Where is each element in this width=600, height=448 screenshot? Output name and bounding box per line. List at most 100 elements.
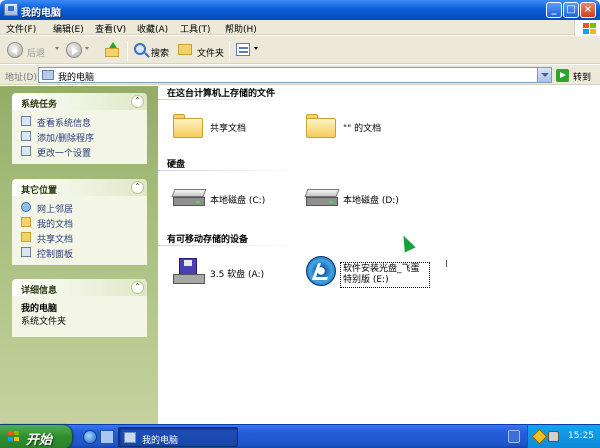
other-places-title: 其它位置 (21, 186, 58, 196)
minimize-button[interactable]: _ (546, 2, 562, 18)
hard-disk-icon[interactable] (304, 189, 340, 207)
views-dropdown-icon[interactable] (254, 47, 258, 50)
menu-file[interactable]: 文件(F) (6, 22, 36, 35)
window-title: 我的电脑 (21, 8, 61, 19)
computer-icon (4, 3, 18, 16)
cd-drive-icon[interactable] (306, 256, 336, 286)
system-tasks-header[interactable]: 系统任务 ⌃ (12, 93, 147, 110)
folder-icon (21, 217, 31, 227)
menu-help[interactable]: 帮助(H) (225, 22, 257, 35)
computer-icon (42, 70, 54, 80)
menu-bar: 文件(F) 编辑(E) 查看(V) 收藏(A) 工具(T) 帮助(H) (0, 20, 600, 35)
toolbar: 后退 搜索 文件夹 (0, 36, 600, 64)
taskbar-window-button[interactable]: 我的电脑 (118, 427, 238, 447)
system-info-icon (21, 116, 31, 126)
system-tasks-title: 系统任务 (21, 100, 58, 110)
item-cd-e[interactable]: 软件安装光盘_飞蛋特别版 (E:) (340, 262, 430, 288)
toolbar-separator (229, 41, 230, 61)
forward-dropdown-icon[interactable] (85, 47, 89, 50)
section-files: 在这台计算机上存储的文件 (167, 89, 276, 99)
other-places-group: 其它位置 ⌃ 网上邻居 我的文档 共享文档 控制面板 (12, 179, 147, 265)
windows-logo-icon (8, 431, 20, 442)
views-icon[interactable] (236, 43, 250, 56)
details-group: 详细信息 ⌃ 我的电脑 系统文件夹 (12, 279, 147, 337)
maximize-button[interactable]: □ (563, 2, 579, 18)
tray-volume-icon[interactable] (548, 431, 559, 442)
floppy-drive-icon[interactable] (173, 258, 205, 286)
back-button-label[interactable]: 后退 (27, 46, 45, 59)
folder-icon[interactable] (173, 114, 203, 138)
item-floppy-a[interactable]: 3.5 软盘 (A:) (210, 267, 264, 280)
internet-explorer-icon[interactable] (83, 430, 97, 444)
toolbar-separator (127, 41, 128, 61)
place-shared-documents[interactable]: 共享文档 (12, 230, 147, 245)
task-add-remove-programs[interactable]: 添加/删除程序 (12, 129, 147, 144)
item-user-documents[interactable]: "" 的文档 (343, 121, 381, 134)
section-hard-disks: 硬盘 (167, 160, 186, 170)
section-divider (158, 99, 298, 100)
folder-up-icon[interactable] (105, 42, 121, 58)
go-arrow-icon[interactable] (556, 69, 569, 82)
network-icon (21, 202, 31, 212)
menu-view[interactable]: 查看(V) (95, 22, 126, 35)
address-label: 地址(D) (5, 73, 37, 83)
start-button[interactable]: 开始 (0, 425, 72, 448)
details-header[interactable]: 详细信息 ⌃ (12, 279, 147, 296)
mouse-cursor-icon (398, 238, 412, 256)
windows-logo-icon (574, 20, 600, 36)
address-input[interactable]: 我的电脑 (38, 67, 552, 83)
system-tray: 15:25 (527, 425, 600, 448)
search-button-label[interactable]: 搜索 (151, 46, 169, 59)
go-button[interactable]: 转到 (573, 70, 591, 83)
place-network[interactable]: 网上邻居 (12, 200, 147, 215)
control-panel-icon (21, 247, 31, 257)
title-bar[interactable]: 我的电脑 _ □ × (0, 0, 600, 20)
back-dropdown-icon[interactable] (55, 47, 59, 50)
details-type: 系统文件夹 (21, 317, 67, 327)
place-control-panel[interactable]: 控制面板 (12, 245, 147, 260)
taskbar: 开始 我的电脑 15:25 (0, 424, 600, 448)
back-icon[interactable] (7, 42, 23, 58)
search-icon[interactable] (134, 43, 146, 55)
folder-icon (21, 232, 31, 242)
tray-toggle-icon[interactable] (508, 430, 520, 443)
computer-icon (124, 432, 136, 443)
item-shared-documents[interactable]: 共享文档 (210, 121, 246, 134)
taskbar-window-label: 我的电脑 (142, 436, 179, 446)
menu-favorites[interactable]: 收藏(A) (137, 22, 168, 35)
hard-disk-icon[interactable] (171, 189, 207, 207)
address-value[interactable]: 我的电脑 (58, 70, 94, 83)
programs-icon (21, 131, 31, 141)
section-divider (158, 170, 298, 171)
text-cursor-icon (446, 260, 447, 267)
section-removable: 有可移动存储的设备 (167, 235, 249, 245)
collapse-icon[interactable]: ⌃ (131, 95, 144, 108)
details-title: 详细信息 (21, 286, 58, 296)
folders-icon[interactable] (178, 44, 192, 55)
other-places-header[interactable]: 其它位置 ⌃ (12, 179, 147, 196)
close-button[interactable]: × (580, 2, 596, 18)
folder-icon[interactable] (306, 114, 336, 138)
show-desktop-icon[interactable] (100, 430, 114, 444)
place-my-documents[interactable]: 我的文档 (12, 215, 147, 230)
task-change-setting[interactable]: 更改一个设置 (12, 144, 147, 159)
collapse-icon[interactable]: ⌃ (131, 181, 144, 194)
content-area: 在这台计算机上存储的文件 共享文档 "" 的文档 硬盘 本地磁盘 (C:) 本地… (158, 86, 600, 424)
clock[interactable]: 15:25 (568, 431, 594, 441)
collapse-icon[interactable]: ⌃ (131, 281, 144, 294)
task-view-system-info[interactable]: 查看系统信息 (12, 114, 147, 129)
settings-icon (21, 146, 31, 156)
menu-tools[interactable]: 工具(T) (180, 22, 211, 35)
address-bar: 地址(D) 我的电脑 转到 (0, 65, 600, 85)
menu-edit[interactable]: 编辑(E) (53, 22, 84, 35)
section-divider (158, 245, 298, 246)
item-drive-c[interactable]: 本地磁盘 (C:) (210, 193, 265, 206)
task-pane: 系统任务 ⌃ 查看系统信息 添加/删除程序 更改一个设置 其它位置 ⌃ 网上邻居… (0, 86, 158, 424)
system-tasks-group: 系统任务 ⌃ 查看系统信息 添加/删除程序 更改一个设置 (12, 93, 147, 164)
folders-button-label[interactable]: 文件夹 (197, 46, 224, 59)
details-name: 我的电脑 (21, 304, 58, 314)
tray-app-icon[interactable] (531, 428, 548, 445)
address-dropdown-icon[interactable] (537, 68, 551, 82)
item-drive-d[interactable]: 本地磁盘 (D:) (343, 193, 399, 206)
forward-icon[interactable] (66, 42, 82, 58)
